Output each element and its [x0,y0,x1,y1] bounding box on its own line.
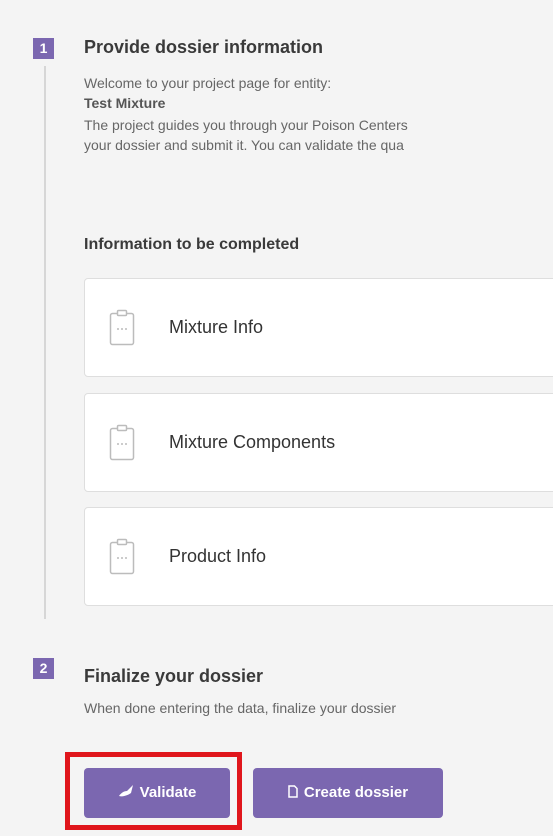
validate-highlight-box [65,752,242,830]
step-1-desc-line-4: your dossier and submit it. You can vali… [84,137,404,153]
info-to-complete-heading: Information to be completed [84,236,300,253]
step-1-title: Provide dossier information [84,37,324,57]
card-product-info[interactable]: Product Info [84,507,553,606]
step-1-desc-line-3: The project guides you through your Pois… [84,117,408,133]
document-icon [288,784,298,798]
step-1-badge: 1 [33,38,54,59]
step-2-title: Finalize your dossier [84,666,264,686]
clipboard-icon [109,424,135,461]
timeline-line [44,66,46,619]
clipboard-icon [109,309,135,346]
step-1-desc-line-1: Welcome to your project page for entity: [84,75,332,91]
step-2-badge: 2 [33,658,54,679]
clipboard-icon [109,538,135,575]
card-label: Mixture Info [169,317,264,337]
create-dossier-button[interactable]: Create dossier [253,768,443,818]
card-label: Mixture Components [169,432,336,452]
card-mixture-info[interactable]: Mixture Info [84,278,553,377]
create-dossier-button-label: Create dossier [303,784,409,801]
step-2-desc: When done entering the data, finalize yo… [84,700,397,716]
entity-name: Test Mixture [84,95,166,111]
card-mixture-components[interactable]: Mixture Components [84,393,553,492]
card-label: Product Info [169,546,267,566]
